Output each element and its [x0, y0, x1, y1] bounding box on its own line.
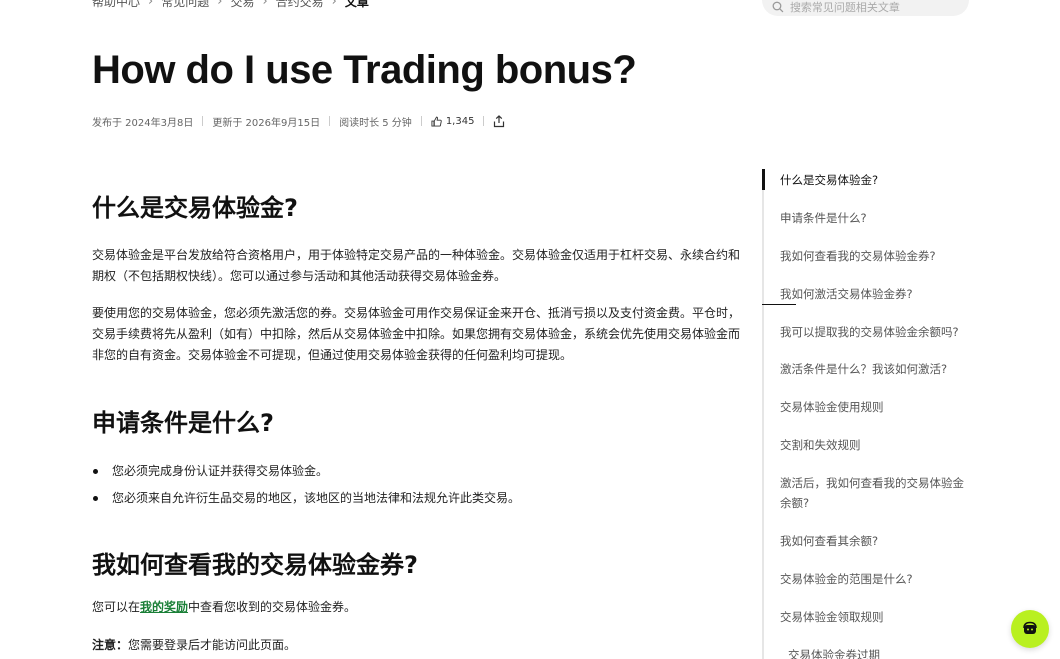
paragraph: 要使用您的交易体验金，您必须先激活您的券。交易体验金可用作交易保证金来开仓、抵消… — [92, 306, 741, 362]
my-rewards-link[interactable]: 我的奖励 — [140, 600, 188, 614]
share-button[interactable] — [493, 114, 505, 128]
list-item: 您必须完成身份认证并获得交易体验金。 — [92, 458, 520, 485]
toc-item-activate[interactable]: 我如何激活交易体验金券? — [780, 284, 970, 304]
requirements-list: 您必须完成身份认证并获得交易体验金。 您必须来自允许衍生品交易的地区，该地区的当… — [92, 458, 520, 512]
updated-date: 更新于 2026年9月15日 — [212, 117, 321, 129]
chevron-right-icon: › — [217, 0, 223, 9]
search-icon — [772, 1, 784, 13]
divider — [483, 116, 485, 126]
like-count: 1,345 — [445, 115, 475, 127]
section-heading: 什么是交易体验金? — [92, 194, 298, 222]
thumbs-up-icon — [431, 116, 442, 127]
breadcrumb-trading[interactable]: 交易 — [230, 0, 254, 10]
toc-item-view-vouchers[interactable]: 我如何查看我的交易体验金券? — [780, 246, 970, 266]
toc-item-withdraw[interactable]: 我可以提取我的交易体验金余额吗? — [780, 322, 970, 342]
search-input[interactable] — [789, 0, 959, 14]
toc-item-activation-conditions[interactable]: 激活条件是什么？我该如何激活? — [780, 359, 970, 379]
like-button[interactable]: 1,345 — [431, 115, 475, 127]
headset-icon — [1023, 621, 1037, 634]
divider — [420, 116, 422, 126]
article-meta: 发布于 2024年3月8日 更新于 2026年9月15日 阅读时长 5 分钟 1… — [92, 113, 505, 129]
list-item: 您必须来自允许衍生品交易的地区，该地区的当地法律和法规允许此类交易。 — [92, 485, 520, 512]
breadcrumb-help-center[interactable]: 帮助中心 — [92, 0, 140, 10]
toc-item-usage-rules[interactable]: 交易体验金使用规则 — [780, 397, 970, 417]
note: 注意：您需要登录后才能访问此页面。 — [92, 636, 296, 653]
chevron-right-icon: › — [331, 0, 337, 9]
chevron-right-icon: › — [262, 0, 268, 9]
paragraph: 交易体验金是平台发放给符合资格用户，用于体验特定交易产品的一种体验金。交易体验金… — [92, 248, 741, 283]
page-title: How do I use Trading bonus? — [92, 48, 637, 92]
share-icon — [494, 114, 505, 127]
divider — [202, 116, 204, 126]
toc-item-scope[interactable]: 交易体验金的范围是什么? — [780, 569, 970, 589]
section-heading: 申请条件是什么? — [92, 409, 274, 437]
support-chat-button[interactable] — [1011, 610, 1049, 648]
toc-item-claim-rules[interactable]: 交易体验金领取规则 — [780, 607, 970, 627]
toc-track — [762, 169, 764, 659]
read-time: 阅读时长 5 分钟 — [339, 117, 412, 129]
toc-item-what-is-bonus[interactable]: 什么是交易体验金? — [780, 170, 970, 190]
published-date: 发布于 2024年3月8日 — [92, 117, 194, 129]
chevron-right-icon: › — [148, 0, 154, 9]
paragraph: 您可以在我的奖励中查看您收到的交易体验金券。 — [92, 598, 356, 615]
toc-item-requirements[interactable]: 申请条件是什么? — [780, 208, 970, 228]
toc-item-expiry-rules[interactable]: 交割和失效规则 — [780, 435, 970, 455]
text: 您可以在 — [92, 600, 141, 614]
note-text: 您需要登录后才能访问此页面。 — [128, 638, 297, 652]
faq-search-box[interactable] — [762, 0, 969, 16]
breadcrumb-article: 文章 — [344, 0, 369, 9]
note-label: 注意： — [92, 638, 129, 652]
divider — [329, 116, 331, 126]
toc-item-other-balance[interactable]: 我如何查看其余额? — [780, 531, 970, 551]
breadcrumb: 帮助中心 › 常见问题 › 交易 › 合约交易 › 文章 — [92, 0, 369, 9]
text: 中查看您收到的交易体验金券。 — [188, 600, 357, 614]
breadcrumb-futures[interactable]: 合约交易 — [276, 0, 324, 10]
toc-item-view-balance[interactable]: 激活后，我如何查看我的交易体验金余额? — [780, 473, 970, 513]
breadcrumb-faq[interactable]: 常见问题 — [161, 0, 209, 10]
toc-active-indicator — [762, 169, 765, 190]
divider — [762, 304, 796, 305]
help-article-page: 帮助中心 › 常见问题 › 交易 › 合约交易 › 文章 How do I us… — [0, 0, 1060, 659]
section-heading: 我如何查看我的交易体验金券? — [92, 551, 418, 579]
toc-item-expired[interactable]: 交易体验金券过期 — [788, 645, 978, 659]
